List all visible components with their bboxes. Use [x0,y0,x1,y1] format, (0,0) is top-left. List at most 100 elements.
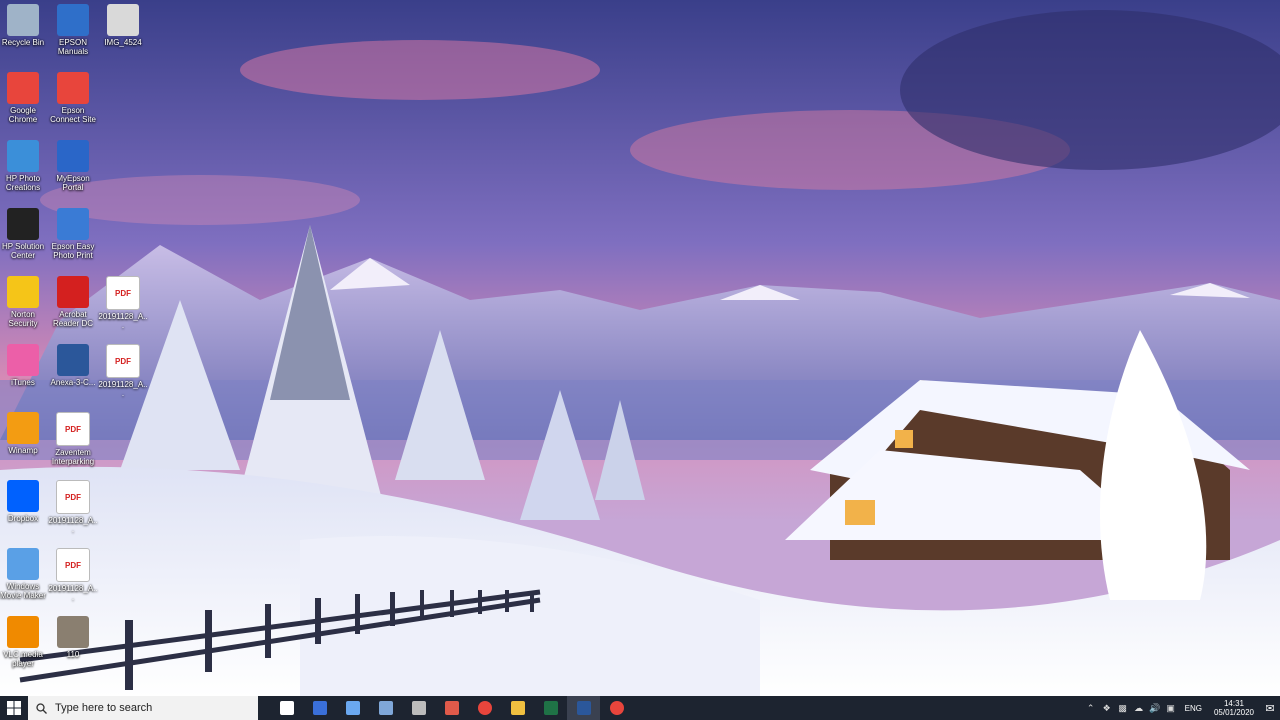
notification-center-icon[interactable]: ✉ [1260,696,1280,720]
desktop-icon[interactable]: VLC media player [0,616,48,668]
volume-icon[interactable]: 🔊 [1147,703,1163,714]
desktop-icon[interactable]: Epson Easy Photo Print [48,208,98,260]
desktop-icon[interactable]: Anexa-3-C... [48,344,98,387]
desktop-icon[interactable]: 110 [48,616,98,659]
desktop-icon[interactable]: Acrobat Reader DC [48,276,98,328]
chrome-icon [477,701,492,715]
desktop-icon-label: HP Solution Center [1,242,45,260]
excel-icon [543,701,558,715]
taskbar: Type here to search ⌃ ❖ ▩ ☁ 🔊 ▣ ENG 14:3… [0,696,1280,720]
desktop-wallpaper [0,0,1280,696]
language-indicator[interactable]: ENG [1185,704,1202,713]
search-placeholder: Type here to search [55,702,153,714]
network-app-icon [378,701,393,715]
taskbar-search-box[interactable]: Type here to search [28,696,258,720]
taskbar-app-media-app[interactable] [435,696,468,720]
epson-manuals-icon [57,4,89,36]
start-button[interactable] [0,696,28,720]
app-blue-icon [312,701,327,715]
taskbar-pinned-apps [270,696,633,720]
desktop-icon[interactable]: PDF Zaventem Interparking [48,412,98,466]
network-tray-icon[interactable]: ▩ [1115,703,1131,714]
desktop-icon-label: MyEpson Portal [56,174,90,192]
desktop-icon[interactable]: PDF 20191128_A... [48,548,98,602]
hp-photo-icon [7,140,39,172]
pdf-icon: PDF [56,412,90,446]
desktop-icon-label: iTunes [11,378,35,387]
taskbar-app-app-blue[interactable] [303,696,336,720]
taskbar-app-file-explorer-blue[interactable] [336,696,369,720]
desktop-icon[interactable]: iTunes [0,344,48,387]
itunes-icon [7,344,39,376]
pdf-icon: PDF [56,480,90,514]
taskbar-app-cortana[interactable] [270,696,303,720]
taskbar-app-chrome-2[interactable] [600,696,633,720]
desktop-icon[interactable]: PDF 20191128_A... [48,480,98,534]
desktop-icon-label: Norton Security [8,310,38,328]
notepad-app-icon [411,701,426,715]
clock[interactable]: 14:31 05/01/2020 [1214,699,1254,717]
desktop-icon-label: IMG_4524 [104,38,142,47]
desktop-icon[interactable]: Norton Security [0,276,48,328]
desktop-icon-label: Anexa-3-C... [50,378,96,387]
image-thumbnail-icon [57,616,89,648]
desktop-icon-label: Epson Connect Site [50,106,96,124]
taskbar-app-file-explorer[interactable] [501,696,534,720]
desktop-icon-label: VLC media player [3,650,43,668]
desktop-icon-label: Recycle Bin [1,38,45,47]
desktop-icon-label: Acrobat Reader DC [52,310,93,328]
desktop-icon[interactable]: Epson Connect Site [48,72,98,124]
epson-photo-icon [57,208,89,240]
movie-maker-icon [7,548,39,580]
taskbar-app-network-app[interactable] [369,696,402,720]
media-app-icon [444,701,459,715]
desktop-icon-label: 20191128_A... [98,312,148,330]
clock-time: 14:31 [1223,699,1244,708]
file-explorer-blue-icon [345,701,360,715]
recycle-bin-icon [7,4,39,36]
windows-logo-icon [7,701,21,715]
dropbox-tray-icon[interactable]: ❖ [1099,703,1115,714]
desktop-icon[interactable]: Google Chrome [0,72,48,124]
desktop-icons-grid: Recycle Bin EPSON Manuals IMG_4524 Google C… [0,0,148,696]
network-icon[interactable]: ▣ [1163,703,1179,714]
image-file-icon [107,4,139,36]
norton-icon [7,276,39,308]
chrome-icon [7,72,39,104]
word-icon [576,701,591,715]
taskbar-app-chrome[interactable] [468,696,501,720]
desktop-icon-label: 110 [66,650,80,659]
desktop-icon[interactable]: Winamp [0,412,48,455]
desktop-icon[interactable]: Recycle Bin [0,4,48,47]
dropbox-icon [7,480,39,512]
desktop-icon[interactable]: HP Solution Center [0,208,48,260]
desktop-icon[interactable]: MyEpson Portal [48,140,98,192]
acrobat-icon [57,276,89,308]
desktop-icon[interactable]: Dropbox [0,480,48,523]
desktop-icon-label: HP Photo Creations [5,174,41,192]
chrome-icon [57,72,89,104]
desktop-icon[interactable]: Windows Movie Maker [0,548,48,600]
chevron-up-icon[interactable]: ⌃ [1083,703,1099,714]
taskbar-app-excel[interactable] [534,696,567,720]
pdf-icon: PDF [106,344,140,378]
desktop-icon[interactable]: PDF 20191128_A... [98,344,148,398]
desktop-icon[interactable]: IMG_4524 [98,4,148,47]
cortana-icon [279,701,294,715]
winamp-icon [7,412,39,444]
desktop-icon[interactable]: HP Photo Creations [0,140,48,192]
onedrive-icon[interactable]: ☁ [1131,703,1147,714]
file-explorer-icon [510,701,525,715]
desktop-icon[interactable]: EPSON Manuals [48,4,98,56]
taskbar-app-word[interactable] [567,696,600,720]
desktop-icon-label: Google Chrome [8,106,38,124]
pdf-icon: PDF [106,276,140,310]
desktop-icon-label: 20191128_A... [98,380,148,398]
search-icon [36,702,47,714]
clock-date: 05/01/2020 [1213,708,1254,717]
desktop-icon[interactable]: PDF 20191128_A... [98,276,148,330]
vlc-icon [7,616,39,648]
chrome-2-icon [609,701,624,715]
pdf-icon: PDF [56,548,90,582]
taskbar-app-notepad-app[interactable] [402,696,435,720]
